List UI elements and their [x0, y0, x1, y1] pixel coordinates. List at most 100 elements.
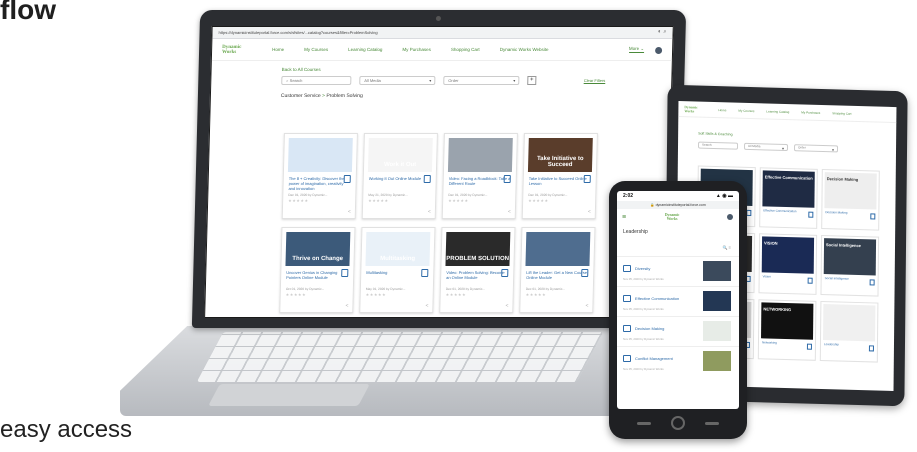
clear-filters-link[interactable]: Clear Filters: [584, 78, 606, 83]
tablet-nav-link[interactable]: My Purchases: [801, 110, 820, 115]
course-title[interactable]: Working It Out Online Module: [368, 176, 430, 191]
course-card[interactable]: Lift the Leader: Get a New Course Online…: [519, 227, 596, 313]
tablet-breadcrumb[interactable]: Soft Skills & Coaching: [698, 132, 896, 142]
rating-stars[interactable]: ★★★★★: [446, 292, 508, 297]
nav-link[interactable]: My Courses: [304, 47, 328, 52]
nav-link[interactable]: Dynamic Works Website: [500, 47, 549, 52]
course-title[interactable]: Uncover Genius in Changing Pointers Onli…: [286, 270, 348, 285]
nav-link[interactable]: Shopping Cart: [451, 47, 480, 52]
phone-list-item[interactable]: Effective Communication Nov 05, 2020 by D…: [617, 286, 739, 316]
tablet-course-card[interactable]: Decision Making Decision Making: [821, 168, 880, 231]
course-title[interactable]: The 8 + Creativity: Discover the power o…: [288, 176, 350, 191]
tablet-course-card[interactable]: VISION Vision: [758, 233, 818, 295]
phone-list-item[interactable]: Conflict Management Nov 05, 2020 by Dynam…: [617, 346, 739, 376]
tablet-course-thumbnail[interactable]: Social Intelligence: [823, 238, 877, 276]
course-card[interactable]: The 8 + Creativity: Discover the power o…: [281, 133, 358, 219]
phone-address-bar[interactable]: 🔒 dynamicinstituteportal.force.com: [617, 201, 739, 209]
media-filter-select[interactable]: All Media ▾: [359, 76, 436, 85]
back-key-icon[interactable]: [637, 421, 651, 425]
tablet-course-title[interactable]: Leadership: [824, 342, 874, 347]
phone-item-label[interactable]: Effective Communication: [635, 296, 679, 301]
rating-stars[interactable]: ★★★★★: [366, 292, 428, 297]
rating-stars[interactable]: ★★★★★: [368, 198, 430, 203]
recent-apps-key-icon[interactable]: [705, 421, 719, 425]
phone-item-label[interactable]: Decision Making: [635, 326, 664, 331]
order-select[interactable]: Order ▾: [443, 76, 520, 85]
tablet-course-card[interactable]: Social Intelligence Social Intelligence: [820, 234, 880, 297]
search-input[interactable]: ⌕ Search: [281, 76, 352, 85]
phone-item-label[interactable]: Diversity: [635, 266, 650, 271]
share-icon[interactable]: <: [428, 209, 431, 215]
hamburger-menu-icon[interactable]: ≡: [622, 214, 626, 221]
tablet-nav-link[interactable]: My Courses: [738, 108, 754, 112]
tablet-course-thumbnail[interactable]: Effective Communication: [762, 170, 815, 208]
tablet-order-select[interactable]: Order ▾: [793, 144, 839, 153]
rating-stars[interactable]: ★★★★★: [448, 198, 510, 203]
back-to-courses-link[interactable]: Back to All Courses: [282, 67, 672, 72]
tablet-course-thumbnail[interactable]: Decision Making: [824, 172, 877, 210]
share-icon[interactable]: <: [588, 209, 591, 215]
nav-link[interactable]: Learning Catalog: [348, 47, 382, 52]
course-card[interactable]: Work it Out Working It Out Online Module M…: [361, 133, 438, 219]
course-card[interactable]: Video: Facing a Roadblock: Take a Differ…: [441, 133, 518, 219]
phone-item-label[interactable]: Conflict Management: [635, 356, 673, 361]
course-thumbnail[interactable]: PROBLEM SOLUTION: [445, 232, 511, 266]
rating-stars[interactable]: ★★★★★: [286, 292, 348, 297]
phone-list-item[interactable]: Decision Making Nov 05, 2020 by Dynamic W…: [617, 316, 739, 346]
course-thumbnail[interactable]: Work it Out: [367, 138, 433, 172]
tablet-course-title[interactable]: Effective Communication: [763, 208, 813, 213]
more-menu-button[interactable]: More ⌄: [628, 46, 645, 53]
share-icon[interactable]: <: [505, 303, 508, 309]
breadcrumb-parent[interactable]: Customer Service: [281, 93, 321, 99]
share-icon[interactable]: <: [425, 303, 428, 309]
tablet-nav-link[interactable]: Shopping Cart: [832, 111, 851, 116]
course-title[interactable]: Lift the Leader: Get a New Course Online…: [526, 270, 588, 285]
phone-item-thumbnail[interactable]: [703, 261, 731, 281]
tablet-course-thumbnail[interactable]: NETWORKING: [761, 302, 814, 340]
home-button-icon[interactable]: [671, 416, 685, 430]
share-icon[interactable]: <: [345, 303, 348, 309]
phone-item-thumbnail[interactable]: [703, 351, 731, 371]
course-thumbnail[interactable]: [447, 138, 513, 172]
phone-tools[interactable]: 🔍 ≡: [617, 245, 731, 250]
phone-item-thumbnail[interactable]: [703, 321, 731, 341]
tablet-course-title[interactable]: Social Intelligence: [825, 276, 875, 281]
phone-item-thumbnail[interactable]: [703, 291, 731, 311]
tablet-course-title[interactable]: Vision: [763, 274, 813, 279]
user-avatar[interactable]: [655, 47, 663, 54]
course-thumbnail[interactable]: Multitasking: [365, 232, 431, 266]
course-card[interactable]: Take Initiative to Succeed Take Initiativ…: [521, 133, 598, 219]
dynamic-works-logo[interactable]: Dynamic Works: [222, 45, 258, 55]
user-avatar[interactable]: [727, 214, 733, 220]
tablet-course-card[interactable]: Leadership: [819, 300, 879, 363]
tablet-course-thumbnail[interactable]: VISION: [761, 236, 815, 274]
tablet-search-input[interactable]: Search: [697, 141, 739, 150]
rating-stars[interactable]: ★★★★★: [526, 292, 588, 297]
course-title[interactable]: Video: Problem Solving: Become an Online…: [446, 270, 508, 285]
tablet-course-thumbnail[interactable]: [823, 304, 876, 342]
dynamic-works-logo[interactable]: Dynamic Works: [684, 105, 706, 114]
add-filter-button[interactable]: +: [527, 76, 537, 85]
address-url[interactable]: https://dynamicinstituteportal.force.com…: [219, 30, 378, 35]
nav-link[interactable]: Home: [272, 47, 284, 52]
course-title[interactable]: Video: Facing a Roadblock: Take a Differ…: [448, 176, 511, 191]
tablet-nav-link[interactable]: Learning Catalog: [766, 109, 789, 114]
nav-link[interactable]: My Purchases: [402, 47, 431, 52]
course-title[interactable]: Multitasking: [366, 270, 428, 285]
course-thumbnail[interactable]: Take Initiative to Succeed: [527, 138, 593, 172]
course-card[interactable]: Multitasking Multitasking May 01, 2020 by …: [359, 227, 436, 313]
tablet-course-title[interactable]: Decision Making: [825, 210, 875, 215]
rating-stars[interactable]: ★★★★★: [528, 198, 590, 203]
dynamic-works-logo[interactable]: Dynamic Works: [658, 213, 686, 221]
browser-extension-icon[interactable]: ◐ ⌕: [658, 29, 667, 36]
course-title[interactable]: Take Initiative to Succeed Online Lesson: [528, 176, 590, 191]
course-thumbnail[interactable]: [525, 232, 591, 266]
phone-list-item[interactable]: Diversity Nov 05, 2020 by Dynamic Works: [617, 256, 739, 286]
share-icon[interactable]: <: [348, 209, 351, 215]
course-thumbnail[interactable]: [287, 138, 353, 172]
tablet-course-card[interactable]: NETWORKING Networking: [757, 299, 817, 361]
tablet-media-select[interactable]: All Media ▾: [743, 142, 789, 152]
tablet-nav-link[interactable]: Home: [718, 108, 726, 112]
course-thumbnail[interactable]: Thrive on Change: [285, 232, 351, 266]
tablet-course-title[interactable]: Networking: [762, 340, 812, 345]
